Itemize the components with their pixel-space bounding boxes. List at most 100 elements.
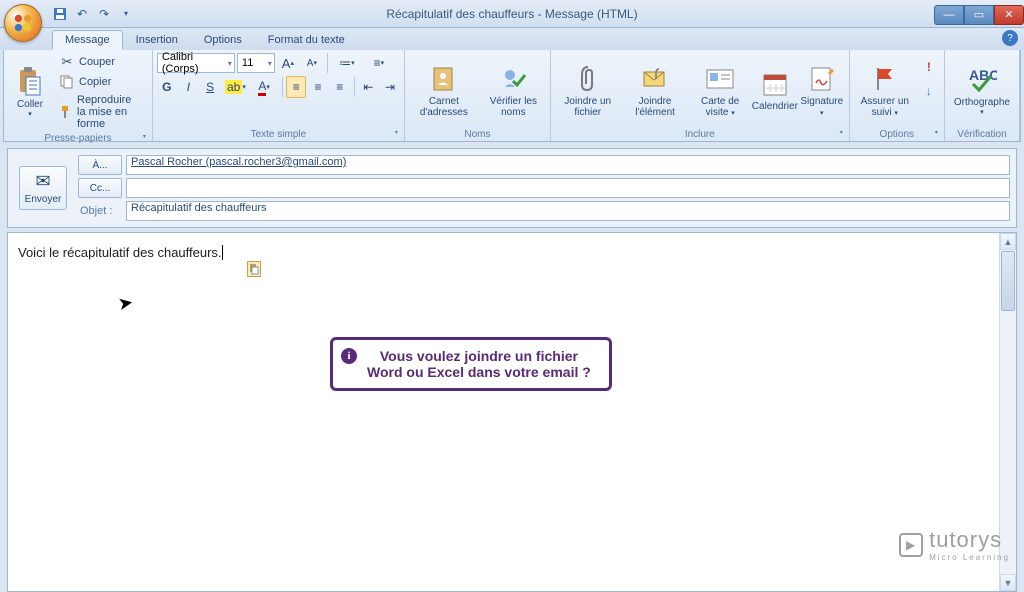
group-label-clipboard: Presse-papiers bbox=[8, 132, 148, 145]
tab-format[interactable]: Format du texte bbox=[255, 30, 358, 50]
underline-button[interactable]: S bbox=[200, 76, 220, 98]
send-button[interactable]: ✉ Envoyer bbox=[19, 166, 67, 210]
check-names-label: Vérifier les noms bbox=[486, 96, 541, 118]
italic-button[interactable]: I bbox=[179, 76, 199, 98]
highlight-button[interactable]: ab▾ bbox=[222, 76, 249, 98]
message-body[interactable]: Voici le récapitulatif des chauffeurs. bbox=[8, 233, 1016, 273]
maximize-button[interactable]: ▭ bbox=[964, 5, 994, 25]
brush-icon bbox=[59, 104, 73, 120]
font-size-combo[interactable]: 11 bbox=[237, 53, 275, 73]
scroll-up-icon[interactable]: ▲ bbox=[1000, 233, 1016, 250]
copy-icon bbox=[59, 74, 75, 90]
tutorial-tooltip: i Vous voulez joindre un fichier Word ou… bbox=[330, 337, 612, 391]
group-label-proofing: Vérification bbox=[949, 128, 1015, 141]
play-icon: ▶ bbox=[899, 533, 923, 557]
cc-button[interactable]: Cc... bbox=[78, 178, 122, 198]
cc-field[interactable] bbox=[126, 178, 1010, 198]
svg-text:ABC: ABC bbox=[969, 67, 997, 83]
qat-more-icon[interactable]: ▾ bbox=[118, 6, 134, 22]
business-card-button[interactable]: Carte de visite ▾ bbox=[690, 52, 751, 128]
tooltip-line1: Vous voulez joindre un fichier bbox=[367, 348, 591, 364]
watermark-sub: Micro Learning bbox=[929, 553, 1010, 562]
redo-icon[interactable]: ↷ bbox=[96, 6, 112, 22]
paste-options-tag[interactable] bbox=[247, 261, 261, 277]
cut-icon: ✂ bbox=[59, 54, 75, 70]
bold-button[interactable]: G bbox=[157, 76, 177, 98]
check-names-icon bbox=[497, 63, 529, 95]
send-label: Envoyer bbox=[25, 194, 62, 205]
attach-item-icon bbox=[639, 63, 671, 95]
ribbon-tabs: Message Insertion Options Format du text… bbox=[0, 28, 1024, 50]
low-importance-button[interactable]: ↓ bbox=[918, 80, 940, 102]
font-name-combo[interactable]: Calibri (Corps) bbox=[157, 53, 235, 73]
spelling-label: Orthographe bbox=[954, 97, 1010, 108]
to-value: Pascal Rocher (pascal.rocher3@gmail.com) bbox=[131, 156, 346, 168]
title-bar: ↶ ↷ ▾ Récapitulatif des chauffeurs - Mes… bbox=[0, 0, 1024, 28]
tab-options[interactable]: Options bbox=[191, 30, 255, 50]
attach-file-button[interactable]: Joindre un fichier bbox=[555, 52, 621, 128]
undo-icon[interactable]: ↶ bbox=[74, 6, 90, 22]
address-book-label: Carnet d'adresses bbox=[414, 96, 474, 118]
text-caret bbox=[222, 245, 223, 260]
info-icon: i bbox=[341, 348, 357, 364]
calendar-button[interactable]: Calendrier bbox=[753, 52, 797, 128]
format-painter-label: Reproduire la mise en forme bbox=[77, 94, 143, 130]
scroll-down-icon[interactable]: ▼ bbox=[1000, 574, 1016, 591]
paste-icon bbox=[14, 66, 46, 98]
paste-button[interactable]: Coller ▾ bbox=[8, 52, 52, 132]
attach-item-button[interactable]: Joindre l'élément bbox=[623, 52, 688, 128]
copy-button[interactable]: Copier bbox=[54, 72, 148, 92]
align-center-button[interactable]: ≡ bbox=[308, 76, 328, 98]
tab-insertion[interactable]: Insertion bbox=[123, 30, 191, 50]
paste-label: Coller bbox=[17, 99, 43, 110]
help-button[interactable]: ? bbox=[1002, 30, 1018, 46]
quick-access-toolbar: ↶ ↷ ▾ bbox=[52, 6, 134, 22]
signature-label: Signature bbox=[800, 96, 843, 107]
to-field[interactable]: Pascal Rocher (pascal.rocher3@gmail.com) bbox=[126, 155, 1010, 175]
numbering-button[interactable]: ≡▾ bbox=[364, 52, 394, 74]
watermark: ▶ tutorys Micro Learning bbox=[899, 527, 1010, 562]
spelling-button[interactable]: ABC Orthographe ▾ bbox=[949, 52, 1015, 128]
format-painter-button[interactable]: Reproduire la mise en forme bbox=[54, 92, 148, 132]
window-title: Récapitulatif des chauffeurs - Message (… bbox=[0, 7, 1024, 21]
copy-label: Copier bbox=[79, 76, 111, 88]
increase-indent-button[interactable]: ⇥ bbox=[380, 76, 400, 98]
align-left-button[interactable]: ≡ bbox=[286, 76, 306, 98]
follow-up-label: Assurer un suivi bbox=[861, 96, 909, 118]
business-card-icon bbox=[704, 63, 736, 95]
to-button[interactable]: À... bbox=[78, 155, 122, 175]
bullets-button[interactable]: ≔▾ bbox=[332, 52, 362, 74]
decrease-indent-button[interactable]: ⇤ bbox=[358, 76, 378, 98]
signature-button[interactable]: Signature ▾ bbox=[799, 52, 845, 128]
group-label-names: Noms bbox=[409, 128, 546, 141]
group-label-basic-text: Texte simple bbox=[157, 128, 400, 141]
check-names-button[interactable]: Vérifier les noms bbox=[481, 52, 546, 128]
subject-field[interactable]: Récapitulatif des chauffeurs bbox=[126, 201, 1010, 221]
font-color-button[interactable]: A▾ bbox=[251, 76, 278, 98]
calendar-label: Calendrier bbox=[752, 101, 798, 112]
address-book-button[interactable]: Carnet d'adresses bbox=[409, 52, 479, 128]
ribbon: Coller ▾ ✂ Couper Copier Reproduire la mi… bbox=[3, 50, 1021, 142]
message-body-container: ◢ Voici le récapitulatif des chauffeurs.… bbox=[7, 232, 1017, 592]
signature-icon bbox=[806, 63, 838, 95]
tab-message[interactable]: Message bbox=[52, 30, 123, 50]
body-text-content: Voici le récapitulatif des chauffeurs. bbox=[18, 245, 222, 260]
address-book-icon bbox=[428, 63, 460, 95]
close-button[interactable]: ✕ bbox=[994, 5, 1024, 25]
minimize-button[interactable]: — bbox=[934, 5, 964, 25]
calendar-icon bbox=[759, 68, 791, 100]
save-icon[interactable] bbox=[52, 6, 68, 22]
send-icon: ✉ bbox=[35, 171, 50, 192]
paperclip-icon bbox=[572, 63, 604, 95]
high-importance-button[interactable]: ! bbox=[918, 56, 940, 78]
tooltip-line2: Word ou Excel dans votre email ? bbox=[367, 364, 591, 380]
office-button[interactable] bbox=[4, 4, 42, 42]
scroll-thumb[interactable] bbox=[1001, 251, 1015, 311]
grow-font-button[interactable]: A▴ bbox=[277, 52, 299, 74]
cut-button[interactable]: ✂ Couper bbox=[54, 52, 148, 72]
align-right-button[interactable]: ≡ bbox=[330, 76, 350, 98]
shrink-font-button[interactable]: A▾ bbox=[301, 52, 323, 74]
cut-label: Couper bbox=[79, 56, 115, 68]
attach-file-label: Joindre un fichier bbox=[560, 96, 616, 118]
follow-up-button[interactable]: Assurer un suivi ▾ bbox=[854, 52, 916, 128]
